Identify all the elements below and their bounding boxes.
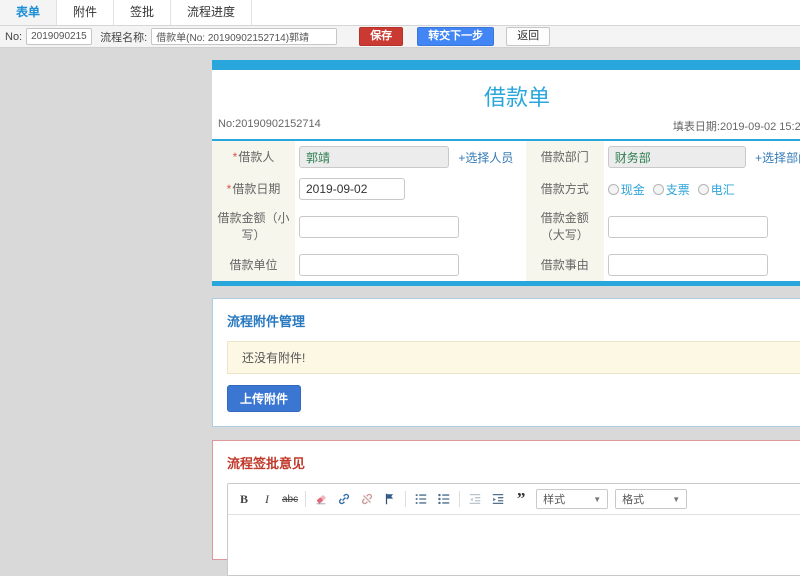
editor-toolbar: B I abc ” 样式 ▼ 格式 ▼ (228, 484, 800, 515)
loan-reason-input[interactable] (607, 254, 768, 276)
form-meta-row: No:20190902152714 填表日期:2019-09-02 15:27:… (212, 118, 800, 139)
dept-input[interactable] (607, 146, 746, 168)
table-row: 借款单位 借款事由 (212, 249, 800, 284)
dept-label: 借款部门 (540, 149, 589, 164)
anchor-flag-icon[interactable] (382, 491, 398, 507)
no-input[interactable] (26, 28, 93, 45)
ordered-list-icon[interactable] (413, 491, 429, 507)
form-no-text: No:20190902152714 (218, 118, 321, 130)
approval-panel: 流程签批意见 B I abc ” 样式 ▼ 格式 ▼ (212, 440, 800, 576)
tab-form[interactable]: 表单 (0, 0, 58, 25)
borrower-label: 借款人 (238, 149, 275, 164)
outdent-icon[interactable] (467, 491, 483, 507)
chevron-down-icon: ▼ (672, 494, 681, 504)
attachments-title: 流程附件管理 (227, 314, 306, 329)
strikethrough-icon[interactable]: abc (282, 491, 298, 507)
radio-cash-label: 现金 (620, 182, 645, 197)
required-asterisk: * (232, 149, 238, 164)
upload-attachment-button[interactable]: 上传附件 (227, 385, 302, 412)
forward-next-step-button[interactable]: 转交下一步 (417, 27, 495, 46)
loan-method-radios: 现金 支票 电汇 (607, 181, 800, 198)
editor-content-area[interactable] (228, 515, 800, 575)
indent-icon[interactable] (490, 491, 506, 507)
select-dept-link[interactable]: +选择部门 (755, 151, 800, 165)
form-title: 借款单 (483, 85, 550, 110)
attachments-panel: 流程附件管理 还没有附件! 上传附件 (212, 298, 800, 427)
loan-date-label: 借款日期 (232, 181, 281, 196)
radio-circle-icon[interactable] (652, 183, 664, 195)
tab-signoff[interactable]: 签批 (114, 0, 172, 25)
radio-circle-icon[interactable] (607, 183, 619, 195)
loan-unit-input[interactable] (299, 254, 459, 276)
radio-circle-icon[interactable] (697, 183, 709, 195)
italic-icon[interactable]: I (259, 491, 275, 507)
main-content: 借款单 No:20190902152714 填表日期:2019-09-02 15… (212, 60, 800, 576)
radio-cash[interactable]: 现金 (607, 181, 645, 198)
process-name-input[interactable] (151, 28, 338, 45)
amount-small-label: 借款金额（小写） (217, 211, 290, 242)
blockquote-icon[interactable]: ” (513, 490, 529, 507)
amount-big-input[interactable] (607, 216, 768, 238)
save-button[interactable]: 保存 (359, 27, 404, 46)
format-dropdown-label: 格式 (622, 494, 645, 506)
back-button[interactable]: 返回 (506, 27, 551, 46)
unlink-icon[interactable] (359, 491, 375, 507)
radio-wire-label: 电汇 (710, 182, 735, 197)
form-date-text: 填表日期:2019-09-02 15:27:1 (672, 121, 800, 133)
tab-attachments[interactable]: 附件 (57, 0, 115, 25)
style-dropdown-label: 样式 (543, 494, 566, 506)
loan-form-panel: 借款单 No:20190902152714 填表日期:2019-09-02 15… (212, 60, 800, 286)
toolbar-divider (405, 491, 407, 507)
required-asterisk: * (226, 181, 232, 196)
radio-cheque[interactable]: 支票 (652, 181, 690, 198)
table-row: *借款日期 借款方式 现金 支票 电汇 (212, 173, 800, 205)
radio-cheque-label: 支票 (665, 182, 690, 197)
link-icon[interactable] (336, 491, 352, 507)
toolbar-divider (459, 491, 461, 507)
loan-date-input[interactable] (299, 178, 405, 200)
toolbar: No: 流程名称: 保存 转交下一步 返回 (0, 26, 800, 48)
style-dropdown[interactable]: 样式 ▼ (536, 489, 609, 509)
approval-title: 流程签批意见 (227, 456, 306, 471)
radio-wire[interactable]: 电汇 (697, 181, 735, 198)
no-label: No: (5, 30, 23, 43)
loan-method-label: 借款方式 (540, 181, 589, 196)
process-name-label: 流程名称: (100, 31, 148, 44)
chevron-down-icon: ▼ (593, 494, 602, 504)
table-row: 借款金额（小写） 借款金额（大写） (212, 205, 800, 249)
toolbar-divider (305, 491, 307, 507)
rich-text-editor: B I abc ” 样式 ▼ 格式 ▼ (227, 483, 800, 576)
form-fields-table: *借款人 +选择人员 借款部门 +选择部门 *借款日期 借款方式 (212, 139, 800, 286)
loan-unit-label: 借款单位 (229, 257, 278, 272)
bullet-list-icon[interactable] (436, 491, 452, 507)
amount-small-input[interactable] (299, 216, 459, 238)
table-row: *借款人 +选择人员 借款部门 +选择部门 (212, 140, 800, 173)
tab-bar: 表单 附件 签批 流程进度 (0, 0, 800, 26)
bold-icon[interactable]: B (236, 491, 252, 507)
borrower-input[interactable] (299, 146, 449, 168)
loan-reason-label: 借款事由 (540, 257, 589, 272)
format-dropdown[interactable]: 格式 ▼ (615, 489, 688, 509)
remove-format-icon[interactable] (313, 491, 329, 507)
form-top-bar (212, 60, 800, 70)
amount-big-label: 借款金额（大写） (540, 211, 589, 242)
select-person-link[interactable]: +选择人员 (458, 151, 513, 165)
tab-progress[interactable]: 流程进度 (171, 0, 253, 25)
no-attachments-message: 还没有附件! (227, 341, 800, 374)
